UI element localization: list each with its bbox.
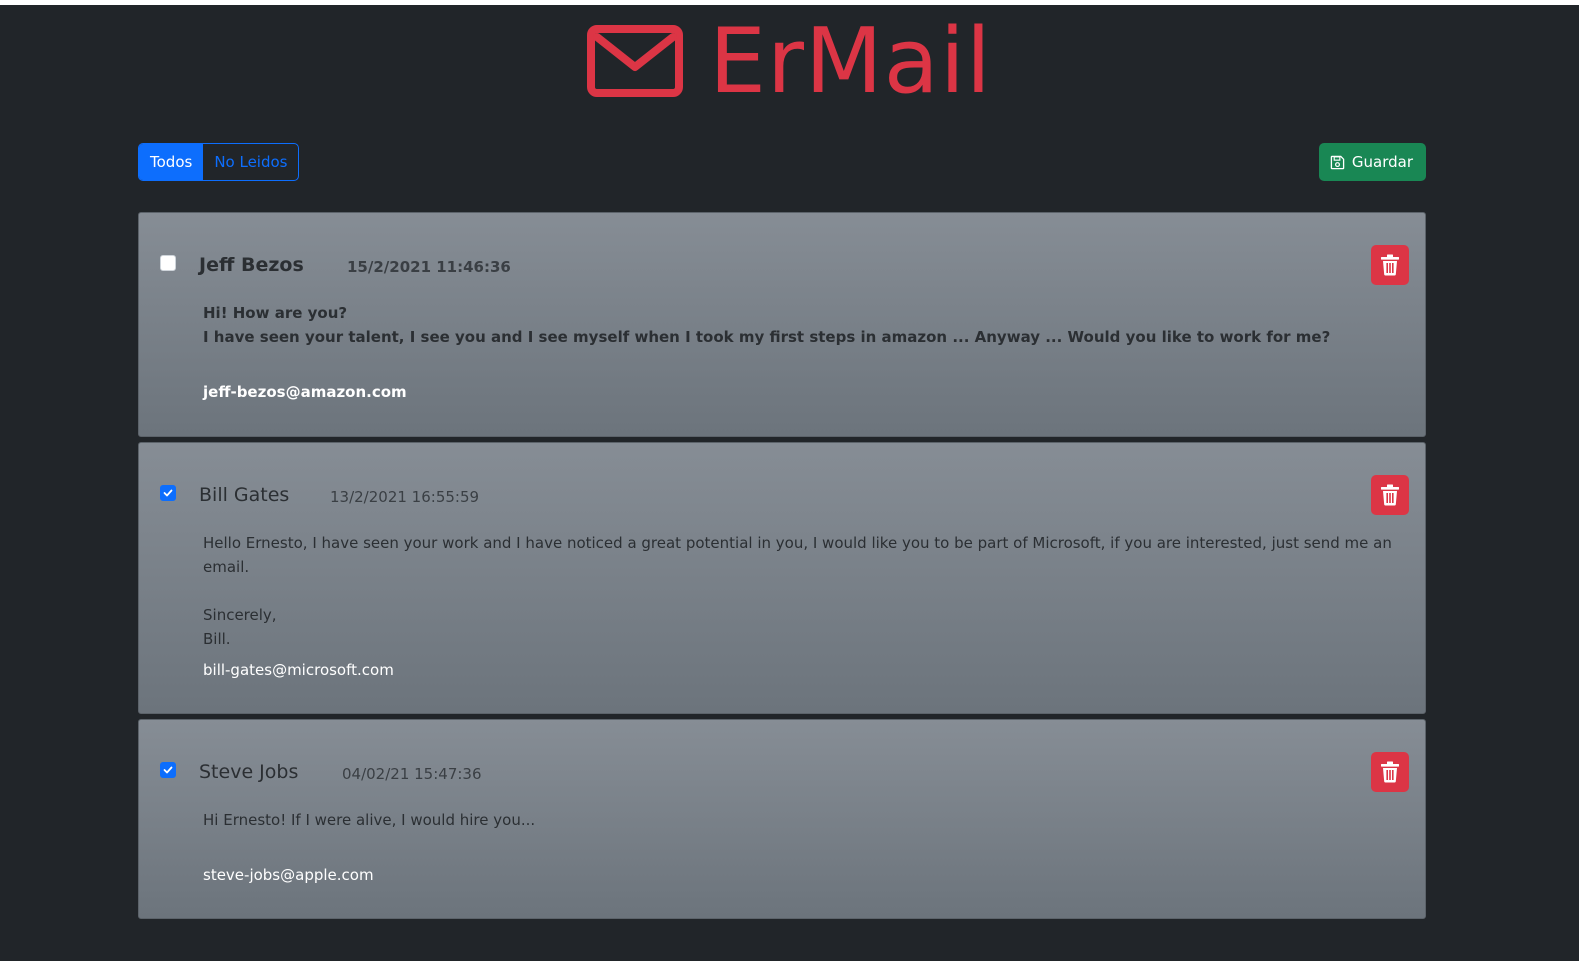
toolbar: Todos No Leidos Guardar [138, 143, 1426, 181]
mail-list: Jeff Bezos 15/2/2021 11:46:36 Hi! How ar… [138, 212, 1426, 924]
mail-sender: Bill Gates [199, 484, 290, 506]
mail-body: Hi! How are you? I have seen your talent… [203, 304, 1331, 346]
save-button[interactable]: Guardar [1318, 143, 1426, 181]
check-icon [163, 766, 173, 774]
mail-date: 13/2/2021 16:55:59 [330, 488, 480, 506]
mail-sender-email: steve-jobs@apple.com [203, 866, 374, 884]
floppy-disk-icon [1330, 155, 1345, 169]
mail-sender-email: bill-gates@microsoft.com [203, 661, 394, 679]
mail-date: 04/02/21 15:47:36 [342, 765, 482, 783]
trash-icon [1381, 484, 1399, 506]
save-button-label: Guardar [1351, 153, 1413, 171]
delete-button[interactable] [1371, 752, 1409, 792]
filter-unread-button[interactable]: No Leidos [203, 144, 298, 180]
mail-item[interactable]: Jeff Bezos 15/2/2021 11:46:36 Hi! How ar… [138, 212, 1426, 437]
mail-body: Hi Ernesto! If I were alive, I would hir… [203, 811, 536, 829]
select-checkbox[interactable] [160, 762, 176, 778]
select-checkbox[interactable] [160, 255, 176, 271]
check-icon [163, 489, 173, 497]
mail-sender: Jeff Bezos [199, 254, 304, 276]
filter-button-group: Todos No Leidos [138, 143, 300, 181]
mail-item[interactable]: Bill Gates 13/2/2021 16:55:59 Hello Erne… [138, 442, 1426, 714]
app-logo: ErMail [0, 9, 1579, 114]
mail-sender-email: jeff-bezos@amazon.com [203, 383, 407, 401]
app-title: ErMail [709, 9, 992, 114]
mail-item[interactable]: Steve Jobs 04/02/21 15:47:36 Hi Ernesto!… [138, 719, 1426, 919]
mail-sender: Steve Jobs [199, 761, 299, 783]
top-strip [0, 0, 1579, 5]
select-checkbox[interactable] [160, 485, 176, 501]
envelope-icon [587, 25, 684, 97]
mail-body: Hello Ernesto, I have seen your work and… [203, 534, 1392, 648]
trash-icon [1381, 254, 1399, 276]
delete-button[interactable] [1371, 245, 1409, 285]
trash-icon [1381, 761, 1399, 783]
delete-button[interactable] [1371, 475, 1409, 515]
mail-date: 15/2/2021 11:46:36 [347, 258, 511, 276]
filter-all-button[interactable]: Todos [139, 144, 204, 180]
